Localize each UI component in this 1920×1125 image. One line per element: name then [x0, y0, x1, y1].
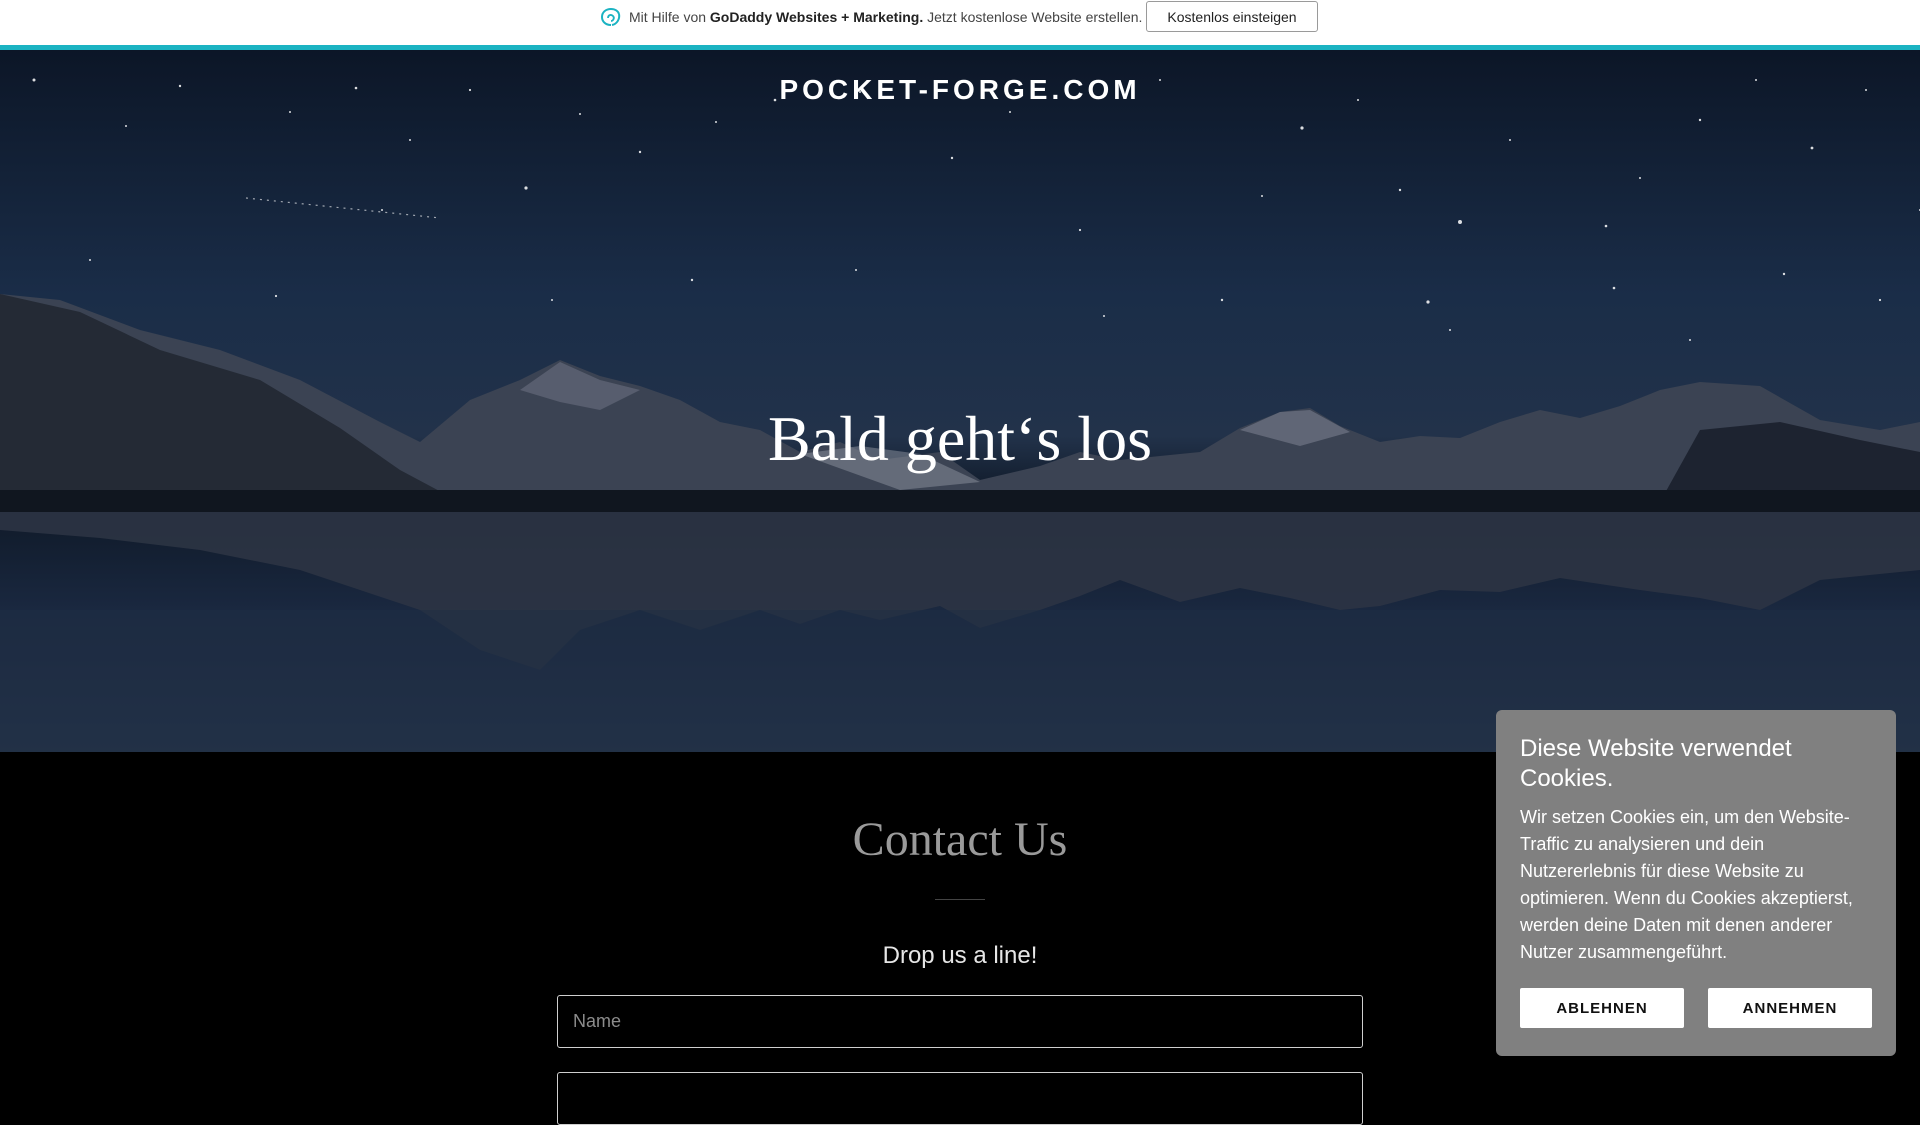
decline-cookies-button[interactable]: ABLEHNEN [1520, 988, 1684, 1028]
site-title[interactable]: POCKET-FORGE.COM [0, 74, 1920, 106]
promo-brand: GoDaddy Websites + Marketing. [709, 8, 924, 25]
hero-section: POCKET-FORGE.COM Bald geht‘s los [0, 50, 1920, 752]
promo-message: Mit Hilfe von GoDaddy Websites + Marketi… [600, 0, 1142, 33]
cookie-consent-dialog: Diese Website verwendet Cookies. Wir set… [1496, 710, 1896, 1056]
godaddy-logo-icon [600, 6, 622, 28]
get-started-button[interactable]: Kostenlos einsteigen [1146, 1, 1318, 32]
hero-headline: Bald geht‘s los [768, 403, 1152, 474]
name-field[interactable] [557, 995, 1363, 1048]
promo-text: Mit Hilfe von GoDaddy Websites + Marketi… [629, 9, 1142, 25]
promo-prefix: Mit Hilfe von [629, 8, 710, 25]
hero-background-image [0, 78, 1920, 752]
cookie-title: Diese Website verwendet Cookies. [1520, 735, 1792, 792]
accept-cookies-button[interactable]: ANNEHMEN [1708, 988, 1872, 1028]
promo-suffix: Jetzt kostenlose Website erstellen. [923, 8, 1143, 25]
cookie-text: Wir setzen Cookies ein, um den Website-T… [1520, 807, 1853, 962]
promo-bar: Mit Hilfe von GoDaddy Websites + Marketi… [0, 0, 1920, 50]
section-divider [935, 899, 985, 900]
